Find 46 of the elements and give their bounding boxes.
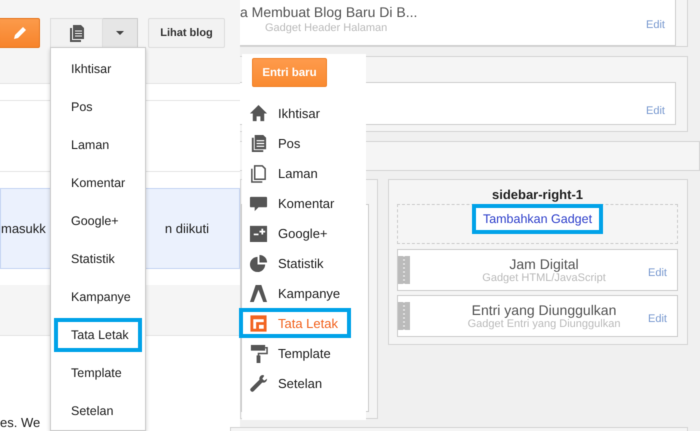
edit-button[interactable] bbox=[0, 18, 40, 48]
nav-item[interactable]: Statistik bbox=[239, 248, 351, 278]
menu-item[interactable]: Template bbox=[54, 356, 142, 390]
posts-button[interactable] bbox=[50, 18, 103, 48]
dropdown-button[interactable] bbox=[103, 18, 138, 48]
notice-text: masukk bbox=[1, 221, 46, 236]
add-gadget-link[interactable]: Tambahkan Gadget bbox=[472, 204, 604, 234]
menu-item[interactable]: Setelan bbox=[54, 394, 142, 428]
house-icon bbox=[249, 104, 268, 122]
menu-item[interactable]: Tata Letak bbox=[54, 318, 142, 352]
document-icon bbox=[70, 24, 84, 42]
menu-item[interactable]: Statistik bbox=[54, 242, 142, 276]
menu-item[interactable]: Pos bbox=[54, 90, 142, 124]
caret-icon bbox=[116, 30, 124, 36]
paint-roller-icon bbox=[249, 344, 268, 362]
nav-item[interactable]: Komentar bbox=[239, 188, 351, 218]
nav-item[interactable]: Laman bbox=[239, 158, 351, 188]
pages-icon bbox=[249, 164, 268, 182]
notice-text: n diikuti bbox=[164, 221, 209, 236]
gadget-title: Entri yang Diunggulkan bbox=[472, 302, 616, 318]
nav-item[interactable]: Ikhtisar bbox=[239, 98, 351, 128]
menu-item[interactable]: Laman bbox=[54, 128, 142, 162]
section-title: sidebar-right-1 bbox=[490, 188, 584, 202]
plus-square-icon bbox=[249, 224, 268, 242]
nav-item[interactable]: Template bbox=[239, 338, 351, 368]
menu-item[interactable]: Ikhtisar bbox=[54, 52, 142, 86]
gadget-title: Jam Digital bbox=[509, 256, 579, 272]
menu-item[interactable]: Kampanye bbox=[54, 280, 142, 314]
nav-item[interactable]: Pos bbox=[239, 128, 351, 158]
document-icon bbox=[249, 134, 268, 152]
gadget-type: Gadget Header Halaman bbox=[265, 22, 388, 34]
menu-item[interactable]: Google+ bbox=[54, 204, 142, 238]
view-blog-button[interactable]: Lihat blog bbox=[148, 18, 225, 48]
gadget-type: Gadget HTML/JavaScript bbox=[482, 272, 606, 284]
nav-item[interactable]: Google+ bbox=[239, 218, 351, 248]
menu-item[interactable]: Komentar bbox=[54, 166, 142, 200]
nav-item[interactable]: Kampanye bbox=[239, 278, 351, 308]
wrench-icon bbox=[249, 374, 268, 392]
letter-a-icon bbox=[249, 284, 268, 302]
pencil-icon bbox=[12, 25, 28, 41]
nav-item[interactable]: Setelan bbox=[239, 368, 351, 398]
pie-chart-icon bbox=[249, 254, 268, 272]
body-text: es. We bbox=[0, 415, 40, 430]
layout-icon bbox=[249, 314, 268, 332]
gadget-type: Gadget Entri yang Diunggulkan bbox=[468, 318, 620, 330]
gadget-title: a Membuat Blog Baru Di B... bbox=[240, 4, 418, 20]
